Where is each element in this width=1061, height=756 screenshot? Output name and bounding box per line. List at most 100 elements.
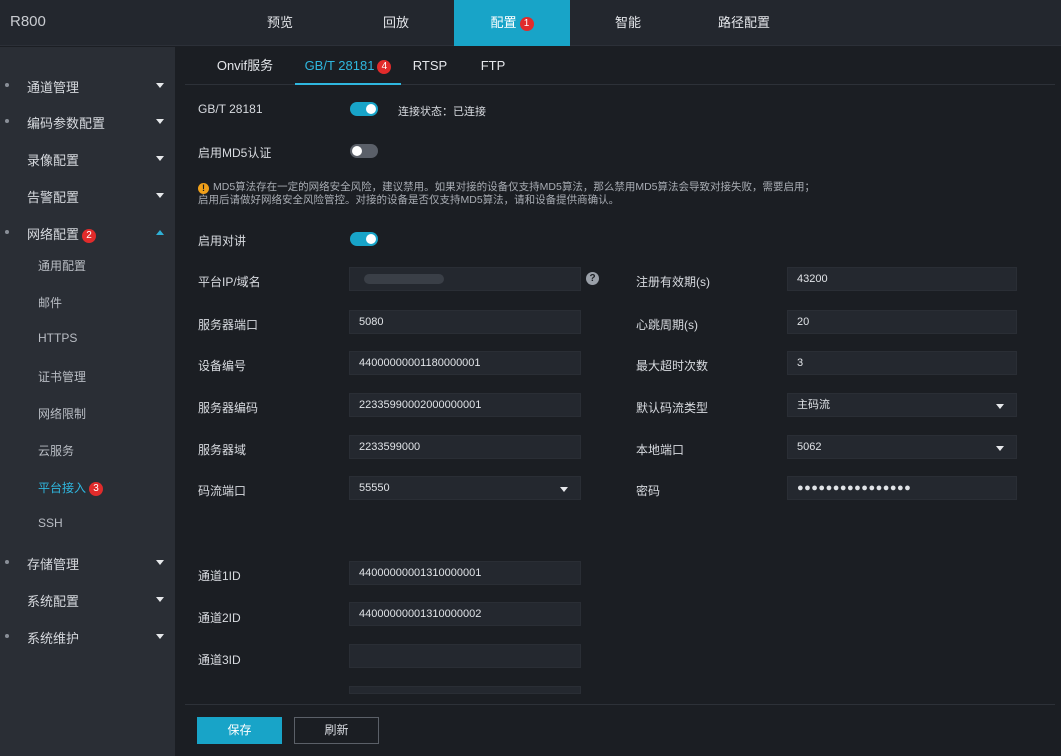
gbt28181-enable-toggle[interactable] <box>350 102 378 116</box>
channel1-id-input[interactable]: 44000000001310000001 <box>349 561 581 585</box>
bullet-icon <box>5 230 9 234</box>
sidebar-subitem-network-limit[interactable]: 网络限制 <box>0 398 175 428</box>
sidebar-subitem-ssh[interactable]: SSH <box>0 509 175 539</box>
warning-icon: ! <box>198 183 209 194</box>
chevron-down-icon <box>156 634 164 639</box>
sidebar-subitem-certificate[interactable]: 证书管理 <box>0 361 175 391</box>
password-input[interactable]: ●●●●●●●●●●●●●●●● <box>787 476 1017 500</box>
nav-route-config[interactable]: 路径配置 <box>686 0 802 46</box>
channel2-id-input[interactable]: 44000000001310000002 <box>349 602 581 626</box>
refresh-button[interactable]: 刷新 <box>294 717 379 744</box>
chevron-down-icon <box>996 446 1004 451</box>
sidebar-subitem-https[interactable]: HTTPS <box>0 324 175 354</box>
sidebar-item-system-config[interactable]: 系统配置 <box>0 581 175 617</box>
md5-warning-note: ! MD5算法存在一定的网络安全风险，建议禁用。如果对接的设备仅支持MD5算法，那… <box>198 181 815 207</box>
chevron-up-icon <box>156 230 164 235</box>
toggle-knob <box>366 104 376 114</box>
chevron-down-icon <box>996 404 1004 409</box>
footer-divider <box>185 704 1055 705</box>
nav-playback[interactable]: 回放 <box>338 0 454 46</box>
server-id-input[interactable]: 22335990002000000001 <box>349 393 581 417</box>
channel2-id-label: 通道2ID <box>198 611 241 625</box>
help-icon[interactable]: ? <box>586 272 599 285</box>
sidebar-subitem-label: SSH <box>38 516 63 530</box>
tab-gbt28181[interactable]: GB/T 28181 4 <box>295 47 401 85</box>
reg-validity-label: 注册有效期(s) <box>636 275 710 289</box>
sidebar-subitem-general[interactable]: 通用配置 <box>0 250 175 280</box>
sidebar-item-system-maintenance[interactable]: 系统维护 <box>0 618 175 654</box>
sidebar-subitem-label: 证书管理 <box>38 370 87 384</box>
sidebar-item-network-config[interactable]: 网络配置 2 <box>0 214 175 250</box>
nav-preview[interactable]: 预览 <box>222 0 338 46</box>
default-stream-select[interactable]: 主码流 <box>787 393 1017 417</box>
nav-config[interactable]: 配置 1 <box>454 0 570 46</box>
brand-logo: R800 <box>10 13 46 30</box>
tab-gbt28181-badge: 4 <box>377 60 392 74</box>
intercom-toggle[interactable] <box>350 232 378 246</box>
platform-access-badge: 3 <box>89 482 104 496</box>
warning-line-1: ! MD5算法存在一定的网络安全风险，建议禁用。如果对接的设备仅支持MD5算法，那… <box>198 181 815 194</box>
md5-auth-toggle[interactable] <box>350 144 378 158</box>
nav-label: 路径配置 <box>717 15 770 30</box>
device-id-input[interactable]: 44000000001180000001 <box>349 351 581 375</box>
sidebar-item-text: 网络配置 <box>27 227 80 242</box>
sidebar-subitem-label: 网络限制 <box>38 407 87 421</box>
chevron-down-icon <box>560 487 568 492</box>
channel4-id-input[interactable] <box>349 686 581 694</box>
warning-text-2: 启用后请做好网络安全风险管控。对接的设备是否仅支持MD5算法，请和设备提供商确认… <box>198 194 620 206</box>
md5-auth-label: 启用MD5认证 <box>198 146 272 160</box>
nav-label: 配置 <box>490 15 517 30</box>
tab-onvif[interactable]: Onvif服务 <box>205 47 285 85</box>
bullet-icon <box>5 119 9 123</box>
chevron-down-icon <box>156 119 164 124</box>
platform-ip-input[interactable] <box>349 267 581 291</box>
device-id-label: 设备编号 <box>198 359 247 373</box>
nav-label: 回放 <box>382 15 409 30</box>
server-id-label: 服务器编码 <box>198 401 259 415</box>
server-domain-input[interactable]: 2233599000 <box>349 435 581 459</box>
tab-label: FTP <box>480 58 506 73</box>
top-nav: 预览 回放 配置 1 智能 路径配置 <box>222 0 802 46</box>
sidebar-item-alarm-config[interactable]: 告警配置 <box>0 177 175 213</box>
nav-smart[interactable]: 智能 <box>570 0 686 46</box>
sidebar-item-label: 录像配置 <box>27 153 80 168</box>
bullet-icon <box>5 634 9 638</box>
sidebar-subitem-cloud[interactable]: 云服务 <box>0 435 175 465</box>
max-timeouts-label: 最大超时次数 <box>636 359 709 373</box>
sidebar-subitem-email[interactable]: 邮件 <box>0 287 175 317</box>
nav-config-badge: 1 <box>519 17 534 31</box>
server-port-input[interactable]: 5080 <box>349 310 581 334</box>
max-timeouts-input[interactable]: 3 <box>787 351 1017 375</box>
stream-port-value: 55550 <box>359 482 390 494</box>
sidebar-item-label: 通道管理 <box>27 80 80 95</box>
reg-validity-input[interactable]: 43200 <box>787 267 1017 291</box>
sidebar-item-storage[interactable]: 存储管理 <box>0 544 175 580</box>
heartbeat-input[interactable]: 20 <box>787 310 1017 334</box>
stream-port-select[interactable]: 55550 <box>349 476 581 500</box>
password-label: 密码 <box>636 484 661 498</box>
nav-label: 预览 <box>266 15 293 30</box>
sidebar-item-encoding-config[interactable]: 编码参数配置 <box>0 103 175 139</box>
tab-ftp[interactable]: FTP <box>473 47 513 85</box>
tab-rtsp[interactable]: RTSP <box>409 47 451 85</box>
sidebar-subitem-platform-access[interactable]: 平台接入 3 <box>0 472 175 502</box>
sidebar-item-label: 存储管理 <box>27 557 80 572</box>
sidebar-item-label: 系统配置 <box>27 594 80 609</box>
channel3-id-label: 通道3ID <box>198 653 241 667</box>
save-button[interactable]: 保存 <box>197 717 282 744</box>
service-tabs: Onvif服务 GB/T 28181 4 RTSP FTP <box>185 47 1055 85</box>
sidebar-item-channel-management[interactable]: 通道管理 <box>0 67 175 103</box>
warning-text-1: MD5算法存在一定的网络安全风险，建议禁用。如果对接的设备仅支持MD5算法，那么… <box>213 181 816 193</box>
sidebar-item-recording-config[interactable]: 录像配置 <box>0 140 175 176</box>
sidebar-subitem-text: 平台接入 <box>38 481 87 495</box>
channel3-id-input[interactable] <box>349 644 581 668</box>
connection-status: 连接状态：已连接 <box>398 106 486 118</box>
sidebar-subitem-label: HTTPS <box>38 331 78 345</box>
local-port-select[interactable]: 5062 <box>787 435 1017 459</box>
channel1-id-label: 通道1ID <box>198 569 241 583</box>
platform-ip-label: 平台IP/域名 <box>198 275 261 289</box>
sidebar-item-label: 告警配置 <box>27 190 80 205</box>
sidebar-item-label: 编码参数配置 <box>27 116 106 131</box>
sidebar-subitem-label: 平台接入 3 <box>38 479 104 496</box>
server-port-label: 服务器端口 <box>198 318 259 332</box>
